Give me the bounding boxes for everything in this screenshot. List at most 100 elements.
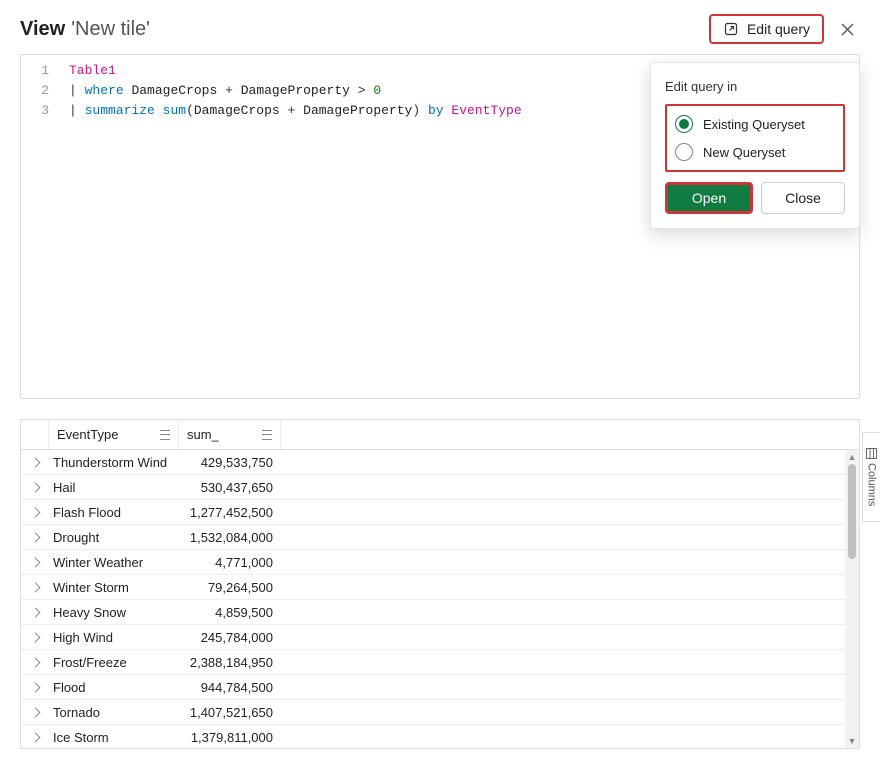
vertical-scrollbar[interactable]: ▲ ▼ xyxy=(845,450,859,748)
cell-sum: 1,532,084,000 xyxy=(179,530,281,545)
cell-eventtype: Flood xyxy=(49,680,179,695)
header: View 'New tile' Edit query xyxy=(0,0,880,54)
table-row[interactable]: Winter Weather4,771,000 xyxy=(21,550,859,575)
radio-label: Existing Queryset xyxy=(703,117,805,132)
radio-icon xyxy=(675,143,693,161)
cell-sum: 2,388,184,950 xyxy=(179,655,281,670)
token: | xyxy=(69,83,77,98)
token: 0 xyxy=(373,83,381,98)
popup-buttons: Open Close xyxy=(665,182,845,214)
table-row[interactable]: Heavy Snow4,859,500 xyxy=(21,600,859,625)
expand-row-icon[interactable] xyxy=(21,584,49,591)
scroll-thumb[interactable] xyxy=(848,464,856,559)
scroll-up-icon[interactable]: ▲ xyxy=(845,450,859,464)
token: EventType xyxy=(451,103,521,118)
cell-eventtype: Flash Flood xyxy=(49,505,179,520)
token: > xyxy=(358,83,366,98)
token: DamageCrops xyxy=(131,83,217,98)
cell-eventtype: Drought xyxy=(49,530,179,545)
table-row[interactable]: Winter Storm79,264,500 xyxy=(21,575,859,600)
expand-row-icon[interactable] xyxy=(21,509,49,516)
cell-eventtype: Winter Weather xyxy=(49,555,179,570)
cell-eventtype: Ice Storm xyxy=(49,730,179,745)
cell-sum: 530,437,650 xyxy=(179,480,281,495)
expand-row-icon[interactable] xyxy=(21,684,49,691)
expand-row-icon[interactable] xyxy=(21,734,49,741)
open-button[interactable]: Open xyxy=(665,182,753,214)
header-actions: Edit query xyxy=(709,14,860,44)
edit-query-popup: Edit query in Existing Queryset New Quer… xyxy=(650,62,860,229)
expand-row-icon[interactable] xyxy=(21,709,49,716)
cell-eventtype: High Wind xyxy=(49,630,179,645)
expand-row-icon[interactable] xyxy=(21,484,49,491)
cell-eventtype: Heavy Snow xyxy=(49,605,179,620)
table-row[interactable]: Ice Storm1,379,811,000 xyxy=(21,725,859,748)
table-row[interactable]: High Wind245,784,000 xyxy=(21,625,859,650)
table-body: Thunderstorm Wind429,533,750Hail530,437,… xyxy=(21,450,859,748)
edit-query-label: Edit query xyxy=(747,21,810,37)
table-row[interactable]: Flood944,784,500 xyxy=(21,675,859,700)
token: DamageCrops xyxy=(194,103,280,118)
cell-sum: 429,533,750 xyxy=(179,455,281,470)
columns-icon xyxy=(866,448,877,459)
cell-eventtype: Thunderstorm Wind xyxy=(49,455,179,470)
token: summarize xyxy=(85,103,155,118)
expand-row-icon[interactable] xyxy=(21,609,49,616)
close-button[interactable]: Close xyxy=(761,182,845,214)
token: by xyxy=(428,103,444,118)
columns-panel-tab[interactable]: Columns xyxy=(862,432,880,522)
results-table: EventType sum_ Thunderstorm Wind429,533,… xyxy=(20,419,860,749)
column-header-eventtype[interactable]: EventType xyxy=(49,420,179,449)
cell-eventtype: Frost/Freeze xyxy=(49,655,179,670)
cell-sum: 79,264,500 xyxy=(179,580,281,595)
token: + xyxy=(225,83,233,98)
line-number: 2 xyxy=(21,81,59,101)
code-gutter: 1 2 3 xyxy=(21,55,59,398)
table-row[interactable]: Flash Flood1,277,452,500 xyxy=(21,500,859,525)
tile-name: 'New tile' xyxy=(71,18,150,41)
token: + xyxy=(288,103,296,118)
token: ) xyxy=(412,103,420,118)
columns-tab-label: Columns xyxy=(866,463,878,506)
table-header: EventType sum_ xyxy=(21,420,859,450)
scroll-down-icon[interactable]: ▼ xyxy=(845,734,859,748)
column-label: EventType xyxy=(57,427,118,442)
cell-eventtype: Tornado xyxy=(49,705,179,720)
edit-query-button[interactable]: Edit query xyxy=(709,14,824,44)
radio-icon xyxy=(675,115,693,133)
column-menu-icon[interactable] xyxy=(262,430,272,440)
cell-sum: 1,379,811,000 xyxy=(179,730,281,745)
close-panel-button[interactable] xyxy=(834,16,860,42)
expand-row-icon[interactable] xyxy=(21,634,49,641)
cell-sum: 4,771,000 xyxy=(179,555,281,570)
page-title: View 'New tile' xyxy=(20,18,150,41)
token: sum xyxy=(163,103,186,118)
cell-sum: 944,784,500 xyxy=(179,680,281,695)
open-external-icon xyxy=(723,21,739,37)
column-header-sum[interactable]: sum_ xyxy=(179,420,281,449)
table-row[interactable]: Frost/Freeze2,388,184,950 xyxy=(21,650,859,675)
token: | xyxy=(69,103,77,118)
token: where xyxy=(85,83,124,98)
table-row[interactable]: Hail530,437,650 xyxy=(21,475,859,500)
expand-row-icon[interactable] xyxy=(21,659,49,666)
table-row[interactable]: Thunderstorm Wind429,533,750 xyxy=(21,450,859,475)
close-icon xyxy=(841,23,854,36)
cell-sum: 1,407,521,650 xyxy=(179,705,281,720)
table-row[interactable]: Tornado1,407,521,650 xyxy=(21,700,859,725)
view-label: View xyxy=(20,18,65,41)
cell-sum: 245,784,000 xyxy=(179,630,281,645)
expand-row-icon[interactable] xyxy=(21,459,49,466)
popup-title: Edit query in xyxy=(665,79,845,94)
radio-existing-queryset[interactable]: Existing Queryset xyxy=(673,110,837,138)
expand-row-icon[interactable] xyxy=(21,534,49,541)
column-label: sum_ xyxy=(187,427,219,442)
table-row[interactable]: Drought1,532,084,000 xyxy=(21,525,859,550)
expand-row-icon[interactable] xyxy=(21,559,49,566)
token: DamageProperty xyxy=(303,103,412,118)
radio-new-queryset[interactable]: New Queryset xyxy=(673,138,837,166)
column-menu-icon[interactable] xyxy=(160,430,170,440)
token: DamageProperty xyxy=(241,83,350,98)
cell-eventtype: Hail xyxy=(49,480,179,495)
cell-sum: 1,277,452,500 xyxy=(179,505,281,520)
